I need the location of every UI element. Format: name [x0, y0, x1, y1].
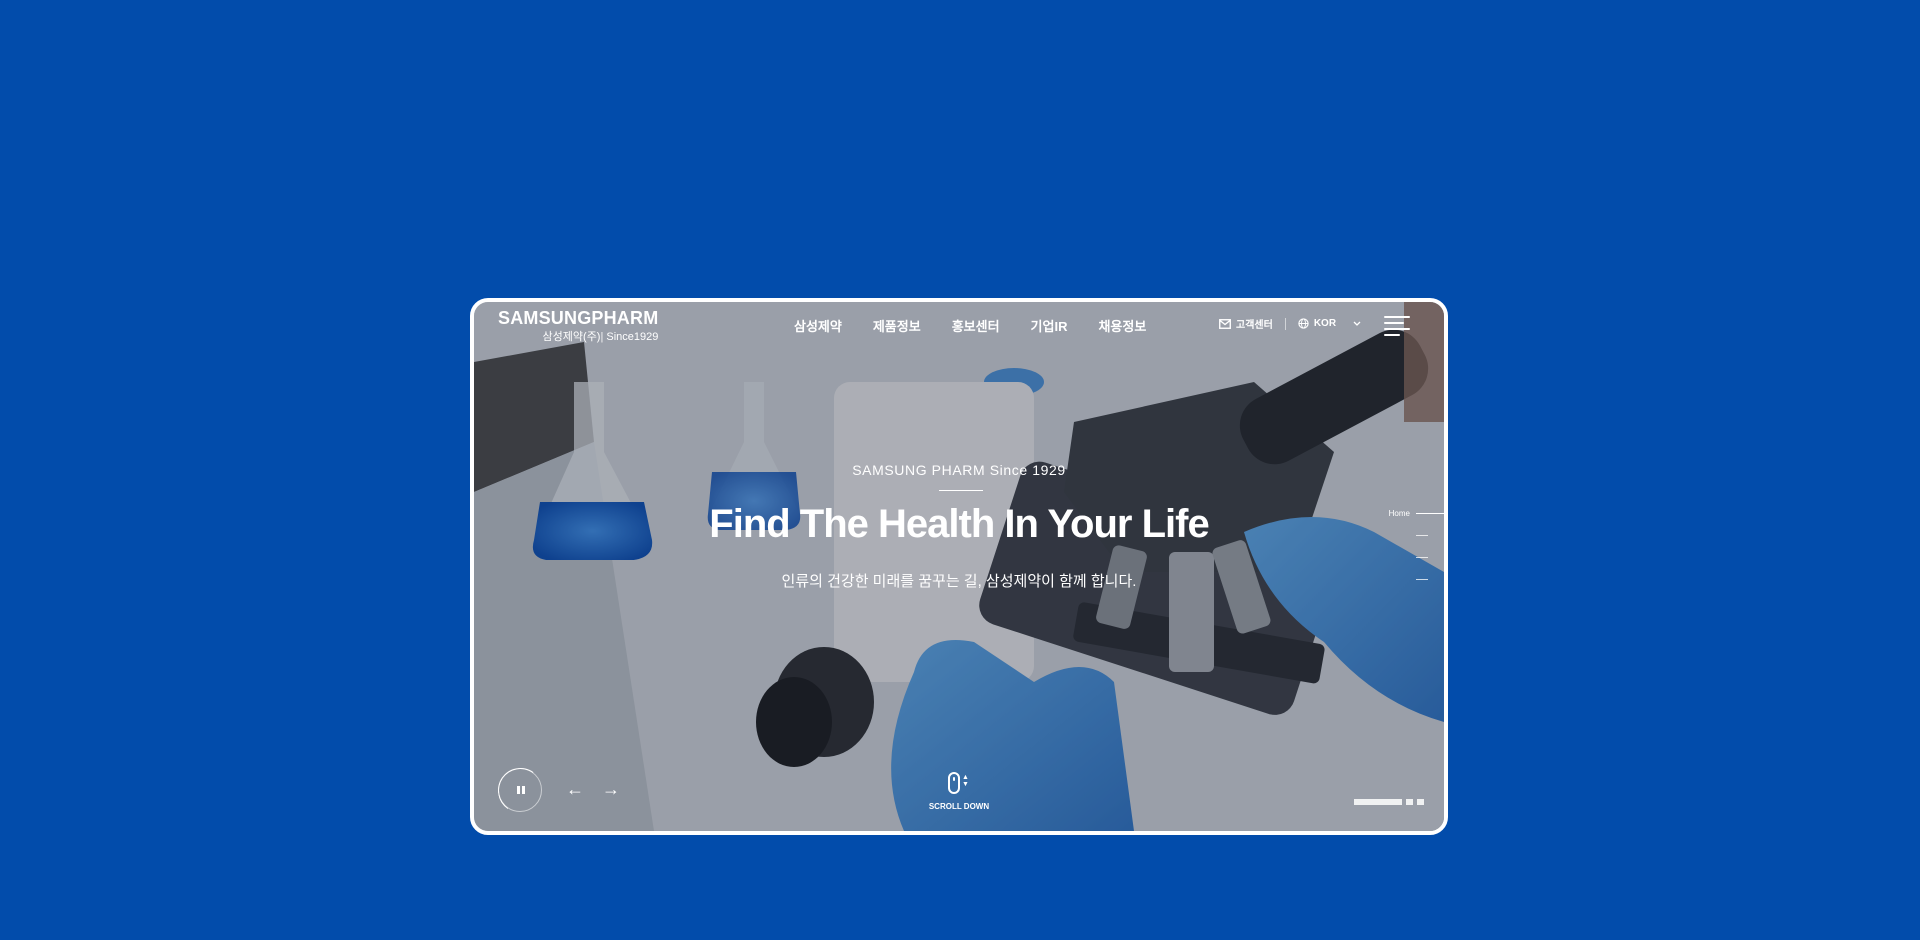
hero-title: Find The Health In Your Life: [709, 502, 1209, 546]
hamburger-menu-icon[interactable]: [1384, 314, 1410, 336]
menu-line: [1384, 334, 1400, 336]
hero-overlay: [474, 302, 1444, 831]
section-nav-item-home[interactable]: Home: [1384, 502, 1444, 524]
slide-dot[interactable]: [1406, 799, 1413, 805]
menu-line: [1384, 316, 1410, 318]
hero-frame: SAMSUNGPHARM 삼성제약(주)| Since1929 삼성제약 제품정…: [470, 298, 1448, 835]
prev-slide-button[interactable]: ←: [566, 780, 584, 798]
globe-icon: [1298, 318, 1309, 329]
scroll-arrows-icon: ▲ ▼: [962, 774, 969, 788]
mouse-scroll-icon: [948, 772, 960, 794]
slide-dot[interactable]: [1417, 799, 1424, 805]
customer-center-label: 고객센터: [1236, 320, 1273, 331]
section-nav-item[interactable]: [1384, 568, 1444, 590]
logo-company-name: 삼성제약(주): [542, 331, 601, 343]
logo[interactable]: SAMSUNGPHARM 삼성제약(주)| Since1929: [498, 308, 658, 344]
pause-button[interactable]: [498, 768, 542, 812]
logo-separator: |: [600, 331, 604, 343]
section-nav-line: [1416, 534, 1428, 536]
chevron-down-icon: [1353, 321, 1361, 326]
slide-dot-active[interactable]: [1354, 799, 1402, 805]
utility-divider: [1284, 317, 1286, 330]
language-label: KOR: [1313, 318, 1337, 329]
section-nav-label: Home: [1388, 508, 1410, 518]
menu-line: [1384, 328, 1410, 330]
section-nav-line: [1416, 556, 1428, 558]
pause-icon: [517, 786, 525, 794]
nav-item-careers[interactable]: 채용정보: [1098, 316, 1146, 335]
utility-nav: 고객센터 KOR: [1219, 316, 1361, 331]
customer-center-link[interactable]: 고객센터: [1219, 316, 1273, 331]
mail-icon: [1219, 318, 1231, 329]
logo-since: Since1929: [606, 331, 659, 343]
logo-wordmark: SAMSUNGPHARM: [498, 308, 659, 328]
section-nav-item[interactable]: [1384, 546, 1444, 568]
section-nav-item[interactable]: [1384, 524, 1444, 546]
hero-eyebrow: SAMSUNG PHARM Since 1929: [852, 462, 1066, 478]
language-selector[interactable]: KOR: [1298, 318, 1361, 329]
scroll-down-indicator[interactable]: ▲ ▼ SCROLL DOWN: [924, 772, 994, 811]
main-nav: 삼성제약 제품정보 홍보센터 기업IR 채용정보: [794, 316, 1146, 335]
logo-subtitle: 삼성제약(주)| Since1929: [498, 328, 659, 344]
hero-divider: [939, 490, 983, 491]
section-nav: Home: [1384, 502, 1444, 590]
hero-description: 인류의 건강한 미래를 꿈꾸는 길, 삼성제약이 함께 합니다.: [781, 573, 1137, 590]
slide-pagination: [1354, 799, 1424, 805]
scroll-down-label: SCROLL DOWN: [928, 802, 990, 811]
section-nav-line: [1416, 512, 1444, 514]
menu-line: [1384, 322, 1404, 324]
section-nav-line: [1416, 578, 1428, 580]
nav-item-products[interactable]: 제품정보: [873, 316, 921, 335]
nav-item-company[interactable]: 삼성제약: [794, 316, 842, 335]
nav-item-ir[interactable]: 기업IR: [1031, 316, 1068, 335]
next-slide-button[interactable]: →: [602, 780, 620, 798]
nav-item-pr-center[interactable]: 홍보센터: [952, 316, 1000, 335]
